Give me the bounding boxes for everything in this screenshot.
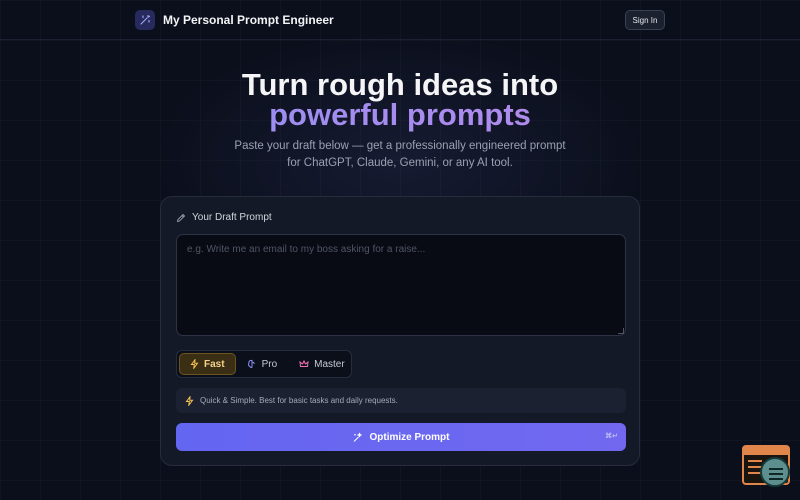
app-title: My Personal Prompt Engineer — [163, 13, 334, 27]
optimize-label: Optimize Prompt — [369, 431, 450, 443]
sparkles-icon — [354, 432, 363, 442]
brain-icon — [247, 359, 255, 369]
hero-subtitle-line2: for ChatGPT, Claude, Gemini, or any AI t… — [287, 157, 513, 169]
widget-titlebar — [744, 447, 788, 455]
mode-fast[interactable]: Fast — [179, 353, 236, 375]
magic-wand-icon — [135, 10, 155, 30]
pencil-icon — [176, 213, 186, 222]
chat-bubble-icon[interactable] — [760, 457, 790, 487]
top-nav: My Personal Prompt Engineer Sign In — [0, 0, 800, 40]
keyboard-shortcut: ⌘↵ — [605, 433, 618, 440]
draft-label: Your Draft Prompt — [176, 212, 272, 223]
mode-master[interactable]: Master — [288, 353, 356, 375]
mode-master-label: Master — [314, 358, 345, 370]
draft-prompt-input[interactable] — [176, 234, 626, 336]
mode-selector: Fast Pro Master — [176, 350, 352, 378]
mode-description: Quick & Simple. Best for basic tasks and… — [176, 388, 626, 413]
mode-description-text: Quick & Simple. Best for basic tasks and… — [200, 396, 398, 405]
mode-pro-label: Pro — [261, 358, 278, 370]
lightning-icon — [190, 359, 199, 369]
draft-label-text: Your Draft Prompt — [192, 212, 272, 223]
sign-in-button[interactable]: Sign In — [625, 10, 665, 30]
crown-icon — [299, 359, 309, 367]
prompt-card: Your Draft Prompt Fast Pro Master — [160, 196, 640, 466]
textarea-resize-handle[interactable] — [618, 328, 624, 334]
hero-subtitle: Paste your draft below — get a professio… — [0, 138, 800, 172]
hero-subtitle-line1: Paste your draft below — get a professio… — [234, 140, 566, 152]
lightning-icon — [185, 395, 194, 406]
mode-pro[interactable]: Pro — [236, 353, 289, 375]
brand[interactable]: My Personal Prompt Engineer — [135, 10, 334, 30]
hero-title-accent: powerful prompts — [0, 97, 800, 133]
mode-fast-label: Fast — [204, 358, 225, 370]
optimize-prompt-button[interactable]: Optimize Prompt ⌘↵ — [176, 423, 626, 451]
